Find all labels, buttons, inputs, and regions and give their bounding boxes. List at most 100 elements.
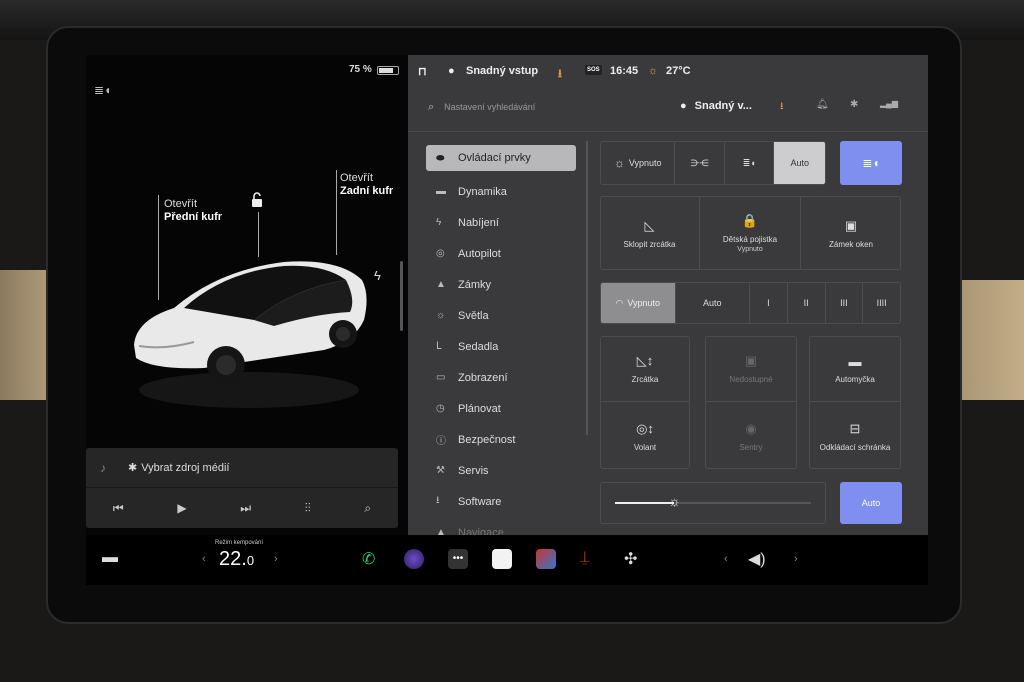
previous-track-icon[interactable]: ⏮ (113, 501, 124, 516)
volume-down-arrow[interactable]: ‹ (724, 553, 728, 565)
menu-item-4[interactable]: ◎ Autopilot (426, 238, 576, 269)
car-view-scrollbar[interactable] (400, 261, 403, 331)
low-beam-option[interactable]: ≣◖ (725, 142, 775, 184)
menu-item-3[interactable]: ϟ Nabíjení (426, 207, 576, 238)
glovebox-icon: ⊟ (849, 420, 861, 436)
lock-status-icon[interactable]: ⊓ (418, 65, 427, 78)
tile-steering-adjust[interactable]: ◎↕ Volant (600, 403, 690, 469)
wiper-speed-2[interactable]: II (788, 283, 826, 323)
media-controls: ⏮ ▶ ⏭ ⫶⫶ ⌕ (86, 488, 398, 528)
brightness-sun-icon[interactable]: ☼ (668, 493, 681, 509)
tile-label: Nedostupné (729, 375, 773, 384)
profile-name[interactable]: Snadný vstup (466, 65, 538, 77)
phone-icon[interactable]: ✆ (362, 549, 375, 569)
brightness-track[interactable] (615, 502, 811, 504)
sos-icon[interactable]: SOS (585, 65, 602, 75)
trunk-label: Zadní kufr (340, 185, 394, 197)
charge-port-icon[interactable]: ϟ (374, 268, 381, 283)
wiper-speed-1[interactable]: I (750, 283, 788, 323)
menu-item-7[interactable]: ᒪ Sedadla (426, 331, 576, 362)
profile-icon[interactable]: ● (448, 65, 455, 77)
brightness-auto-button[interactable]: Auto (840, 482, 902, 524)
menu-item-8[interactable]: ▭ Zobrazení (426, 362, 576, 393)
tile-label: Zrcátka (631, 375, 659, 384)
alert-circle-icon: ⓘ (436, 436, 446, 447)
menu-item-label: Sedadla (458, 340, 499, 353)
camera-app-icon[interactable] (404, 549, 424, 569)
window-lock-icon: ▣ (844, 217, 858, 233)
bluetooth-icon[interactable]: ✱ (850, 99, 858, 110)
wiper-level-label: II (803, 298, 809, 308)
wiper-speed-4[interactable]: IIII (863, 283, 900, 323)
settings-search[interactable]: ⌕ Nastavení vyhledávání (428, 101, 535, 114)
download-icon[interactable]: ⭳ (780, 99, 784, 116)
software-update-icon[interactable]: ⭳ (558, 65, 562, 84)
wiper-selector: ◠ Vypnuto Auto I II III IIII (600, 282, 901, 324)
tile-car-wash[interactable]: ▬ Automyčka (809, 336, 901, 402)
tile-label: Dětská pojistka (722, 235, 778, 244)
wiper-speed-3[interactable]: III (826, 283, 864, 323)
auto-headlights-icon: ≣◖ (862, 156, 880, 170)
tile-child-lock[interactable]: 🔒 Dětská pojistka Vypnuto (700, 196, 801, 270)
auto-high-beam-button[interactable]: ≣◖ (840, 141, 902, 185)
more-apps-icon[interactable]: ••• (448, 549, 468, 569)
tile-label: Zámek oken (828, 239, 874, 249)
frunk-callout[interactable]: Otevřít Přední kufr (164, 198, 222, 224)
trunk-action: Otevřít (340, 172, 374, 184)
equalizer-icon[interactable]: ⫶⫶ (305, 501, 311, 516)
car-icon[interactable]: ▬ (102, 549, 118, 567)
child-lock-icon: 🔒 (741, 213, 759, 228)
menu-item-label: Ovládací prvky (458, 152, 531, 164)
menu-item-10[interactable]: ⓘ Bezpečnost (426, 424, 576, 455)
menu-item-2[interactable]: ▬ Dynamika (426, 176, 576, 207)
lights-auto-option[interactable]: Auto (774, 142, 825, 184)
sun-icon: ☼ (436, 310, 446, 321)
navigation-app-icon[interactable] (536, 549, 556, 569)
unlock-icon[interactable] (250, 192, 264, 208)
menu-item-12[interactable]: ⭳ Software (426, 486, 576, 517)
tile-mirror[interactable]: ◺ Sklopit zrcátka (600, 196, 700, 270)
menu-item-6[interactable]: ☼ Světla (426, 300, 576, 331)
tile-window-lock[interactable]: ▣ Zámek oken (801, 196, 901, 270)
joystick-icon[interactable]: ⍊ (580, 549, 590, 567)
trunk-callout[interactable]: Otevřít Zadní kufr (340, 172, 393, 198)
menu-item-9[interactable]: ◷ Plánovat (426, 393, 576, 424)
temp-up-arrow[interactable]: › (274, 553, 278, 565)
search-icon[interactable]: ⌕ (364, 501, 371, 516)
menu-item-1[interactable]: ⬬ Ovládací prvky (426, 145, 576, 171)
menu-item-label: Bezpečnost (458, 433, 516, 446)
profile-icon: ● (680, 100, 687, 112)
wiper-icon: ◠ (615, 297, 624, 308)
menu-item-11[interactable]: ⚒ Servis (426, 455, 576, 486)
camera-icon: ▣ (744, 353, 758, 368)
menu-item-label: Autopilot (458, 247, 501, 260)
wiper-off-option[interactable]: ◠ Vypnuto (601, 283, 676, 323)
clock: 16:45 (610, 65, 639, 77)
menu-item-5[interactable]: ▲ Zámky (426, 269, 576, 300)
next-track-icon[interactable]: ⏭ (240, 501, 251, 516)
brightness-slider[interactable]: ☼ (600, 482, 826, 524)
settings-scrollbar[interactable] (586, 141, 588, 435)
fan-icon[interactable]: ✣ (624, 549, 637, 569)
temp-whole: 22. (219, 548, 247, 570)
auto-headlights-icon[interactable]: ≣◖ (94, 83, 114, 97)
temp-down-arrow[interactable]: ‹ (202, 553, 206, 565)
volume-icon[interactable]: ◀︎) (748, 549, 766, 569)
search-input[interactable]: Nastavení vyhledávání (444, 102, 535, 112)
parking-lights-option[interactable]: ⋺⋲ (675, 142, 725, 184)
tile-glovebox[interactable]: ⊟ Odkládací schránka (809, 403, 901, 469)
volume-up-arrow[interactable]: › (794, 553, 798, 565)
menu-item-label: Dynamika (458, 185, 507, 198)
tile-label: Sentry (739, 442, 763, 452)
notification-bell-icon[interactable]: 🔔︎ (816, 99, 829, 110)
settings-menu: ⬬ Ovládací prvky ▬ Dynamika ϟ Nabíjení ◎ Autopi… (426, 145, 576, 548)
play-icon[interactable]: ▶ (177, 501, 186, 515)
lights-off-option[interactable]: ☼ Vypnuto (601, 142, 676, 184)
calendar-icon[interactable] (492, 549, 512, 569)
sentry-icon: ◉ (745, 420, 757, 436)
profile-menu[interactable]: ● Snadný v... (680, 100, 752, 112)
wiper-auto-option[interactable]: Auto (676, 283, 750, 323)
media-source-row[interactable]: ♪ ✱ Vybrat zdroj médií (86, 448, 398, 488)
cabin-temperature[interactable]: 22.0 (219, 548, 254, 571)
tile-mirror-adjust[interactable]: ◺↕ Zrcátka (600, 336, 690, 402)
